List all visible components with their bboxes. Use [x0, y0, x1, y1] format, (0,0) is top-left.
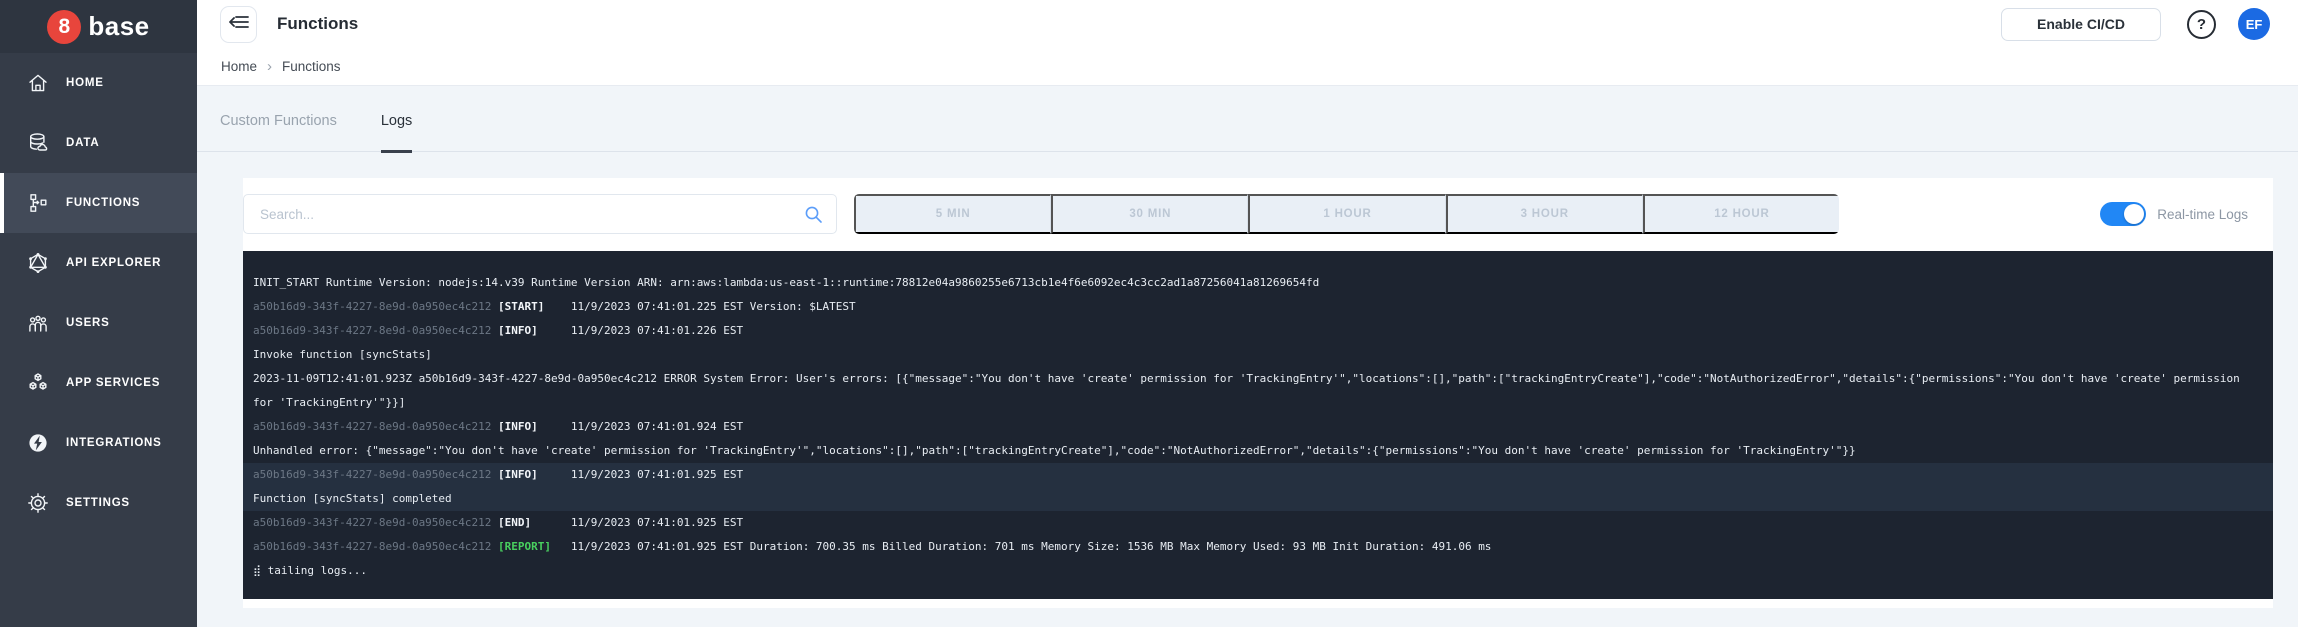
time-range-group: 5 MIN 30 MIN 1 HOUR 3 HOUR 12 HOUR	[854, 194, 1839, 234]
avatar[interactable]: EF	[2238, 8, 2270, 40]
sidebar-collapse-button[interactable]	[220, 5, 257, 43]
app-services-icon	[26, 371, 50, 395]
brand-name: base	[88, 11, 150, 41]
sidebar-item-app-services[interactable]: APP SERVICES	[0, 353, 197, 413]
sidebar-nav: HOME DATA FUNCTIONS API EXPLORER USERS A…	[0, 53, 197, 533]
search-icon[interactable]	[804, 205, 823, 224]
logs-toolbar: 5 MIN 30 MIN 1 HOUR 3 HOUR 12 HOUR Real-…	[243, 178, 2273, 251]
log-line: Invoke function [syncStats]	[253, 348, 432, 361]
sidebar-item-label: DATA	[66, 137, 100, 149]
sidebar-item-label: APP SERVICES	[66, 377, 161, 389]
page-title: Functions	[277, 14, 359, 33]
settings-icon	[26, 491, 50, 515]
sidebar-item-users[interactable]: USERS	[0, 293, 197, 353]
app-logo[interactable]: 8 base	[0, 0, 197, 53]
time-range-3hour-button[interactable]: 3 HOUR	[1445, 194, 1643, 234]
users-icon	[26, 311, 50, 335]
log-line: Unhandled error: {"message":"You don't h…	[253, 444, 1856, 457]
sidebar-item-label: FUNCTIONS	[66, 197, 141, 209]
tabs: Custom Functions Logs	[197, 86, 2298, 153]
sidebar-item-data[interactable]: DATA	[0, 113, 197, 173]
sidebar-item-label: HOME	[66, 77, 104, 89]
tab-logs[interactable]: Logs	[380, 113, 413, 153]
toggle-knob	[2124, 204, 2145, 224]
tab-custom-functions[interactable]: Custom Functions	[220, 113, 337, 151]
sidebar-item-label: SETTINGS	[66, 497, 130, 509]
api-explorer-icon	[26, 251, 50, 275]
realtime-logs-label: Real-time Logs	[2157, 206, 2248, 222]
sidebar-item-label: USERS	[66, 317, 110, 329]
realtime-logs-toggle[interactable]	[2100, 202, 2147, 226]
log-line: 2023-11-09T12:41:01.923Z a50b16d9-343f-4…	[253, 372, 2247, 409]
sidebar-item-api-explorer[interactable]: API EXPLORER	[0, 233, 197, 293]
realtime-logs-control: Real-time Logs	[2100, 202, 2248, 226]
breadcrumb-current: Functions	[282, 59, 341, 74]
breadcrumb-home[interactable]: Home	[221, 59, 257, 74]
breadcrumb: Home › Functions	[197, 48, 2298, 86]
log-console[interactable]: INIT_START Runtime Version: nodejs:14.v3…	[243, 251, 2273, 599]
time-range-1hour-button[interactable]: 1 HOUR	[1248, 194, 1446, 234]
log-line: INIT_START Runtime Version: nodejs:14.v3…	[253, 276, 1320, 289]
main-content: Functions Enable CI/CD ? EF Home › Funct…	[197, 0, 2298, 627]
search-box	[243, 194, 837, 234]
sidebar: 8 base HOME DATA FUNCTIONS API EXPLORER …	[0, 0, 197, 627]
sidebar-item-home[interactable]: HOME	[0, 53, 197, 113]
log-line: ⣾ tailing logs...	[253, 564, 368, 577]
time-range-30min-button[interactable]: 30 MIN	[1051, 194, 1249, 234]
logs-panel: 5 MIN 30 MIN 1 HOUR 3 HOUR 12 HOUR Real-…	[243, 178, 2273, 608]
log-line: a50b16d9-343f-4227-8e9d-0a950ec4c212 [IN…	[253, 420, 744, 433]
brand-8-icon: 8	[47, 9, 82, 44]
enable-cicd-button[interactable]: Enable CI/CD	[2001, 7, 2161, 41]
search-input[interactable]	[244, 195, 836, 233]
collapse-sidebar-icon	[228, 14, 249, 35]
log-line: a50b16d9-343f-4227-8e9d-0a950ec4c212 [IN…	[243, 463, 2273, 487]
time-range-12hour-button[interactable]: 12 HOUR	[1642, 194, 1839, 234]
help-icon[interactable]: ?	[2187, 9, 2216, 39]
log-line: Function [syncStats] completed	[243, 487, 2273, 511]
log-line: a50b16d9-343f-4227-8e9d-0a950ec4c212 [IN…	[253, 324, 744, 337]
database-icon	[26, 131, 50, 155]
sidebar-item-functions[interactable]: FUNCTIONS	[0, 173, 197, 233]
log-line: a50b16d9-343f-4227-8e9d-0a950ec4c212 [RE…	[253, 540, 1492, 553]
home-icon	[26, 71, 50, 95]
log-line: a50b16d9-343f-4227-8e9d-0a950ec4c212 [EN…	[253, 516, 744, 529]
sidebar-item-label: INTEGRATIONS	[66, 437, 162, 449]
time-range-5min-button[interactable]: 5 MIN	[854, 194, 1052, 234]
sidebar-item-settings[interactable]: SETTINGS	[0, 473, 197, 533]
topbar: Functions Enable CI/CD ? EF	[197, 0, 2298, 48]
breadcrumb-separator-icon: ›	[267, 58, 273, 75]
sidebar-item-integrations[interactable]: INTEGRATIONS	[0, 413, 197, 473]
integrations-icon	[26, 431, 50, 455]
functions-icon	[26, 191, 50, 215]
log-line: a50b16d9-343f-4227-8e9d-0a950ec4c212 [ST…	[253, 300, 856, 313]
sidebar-item-label: API EXPLORER	[66, 257, 162, 269]
